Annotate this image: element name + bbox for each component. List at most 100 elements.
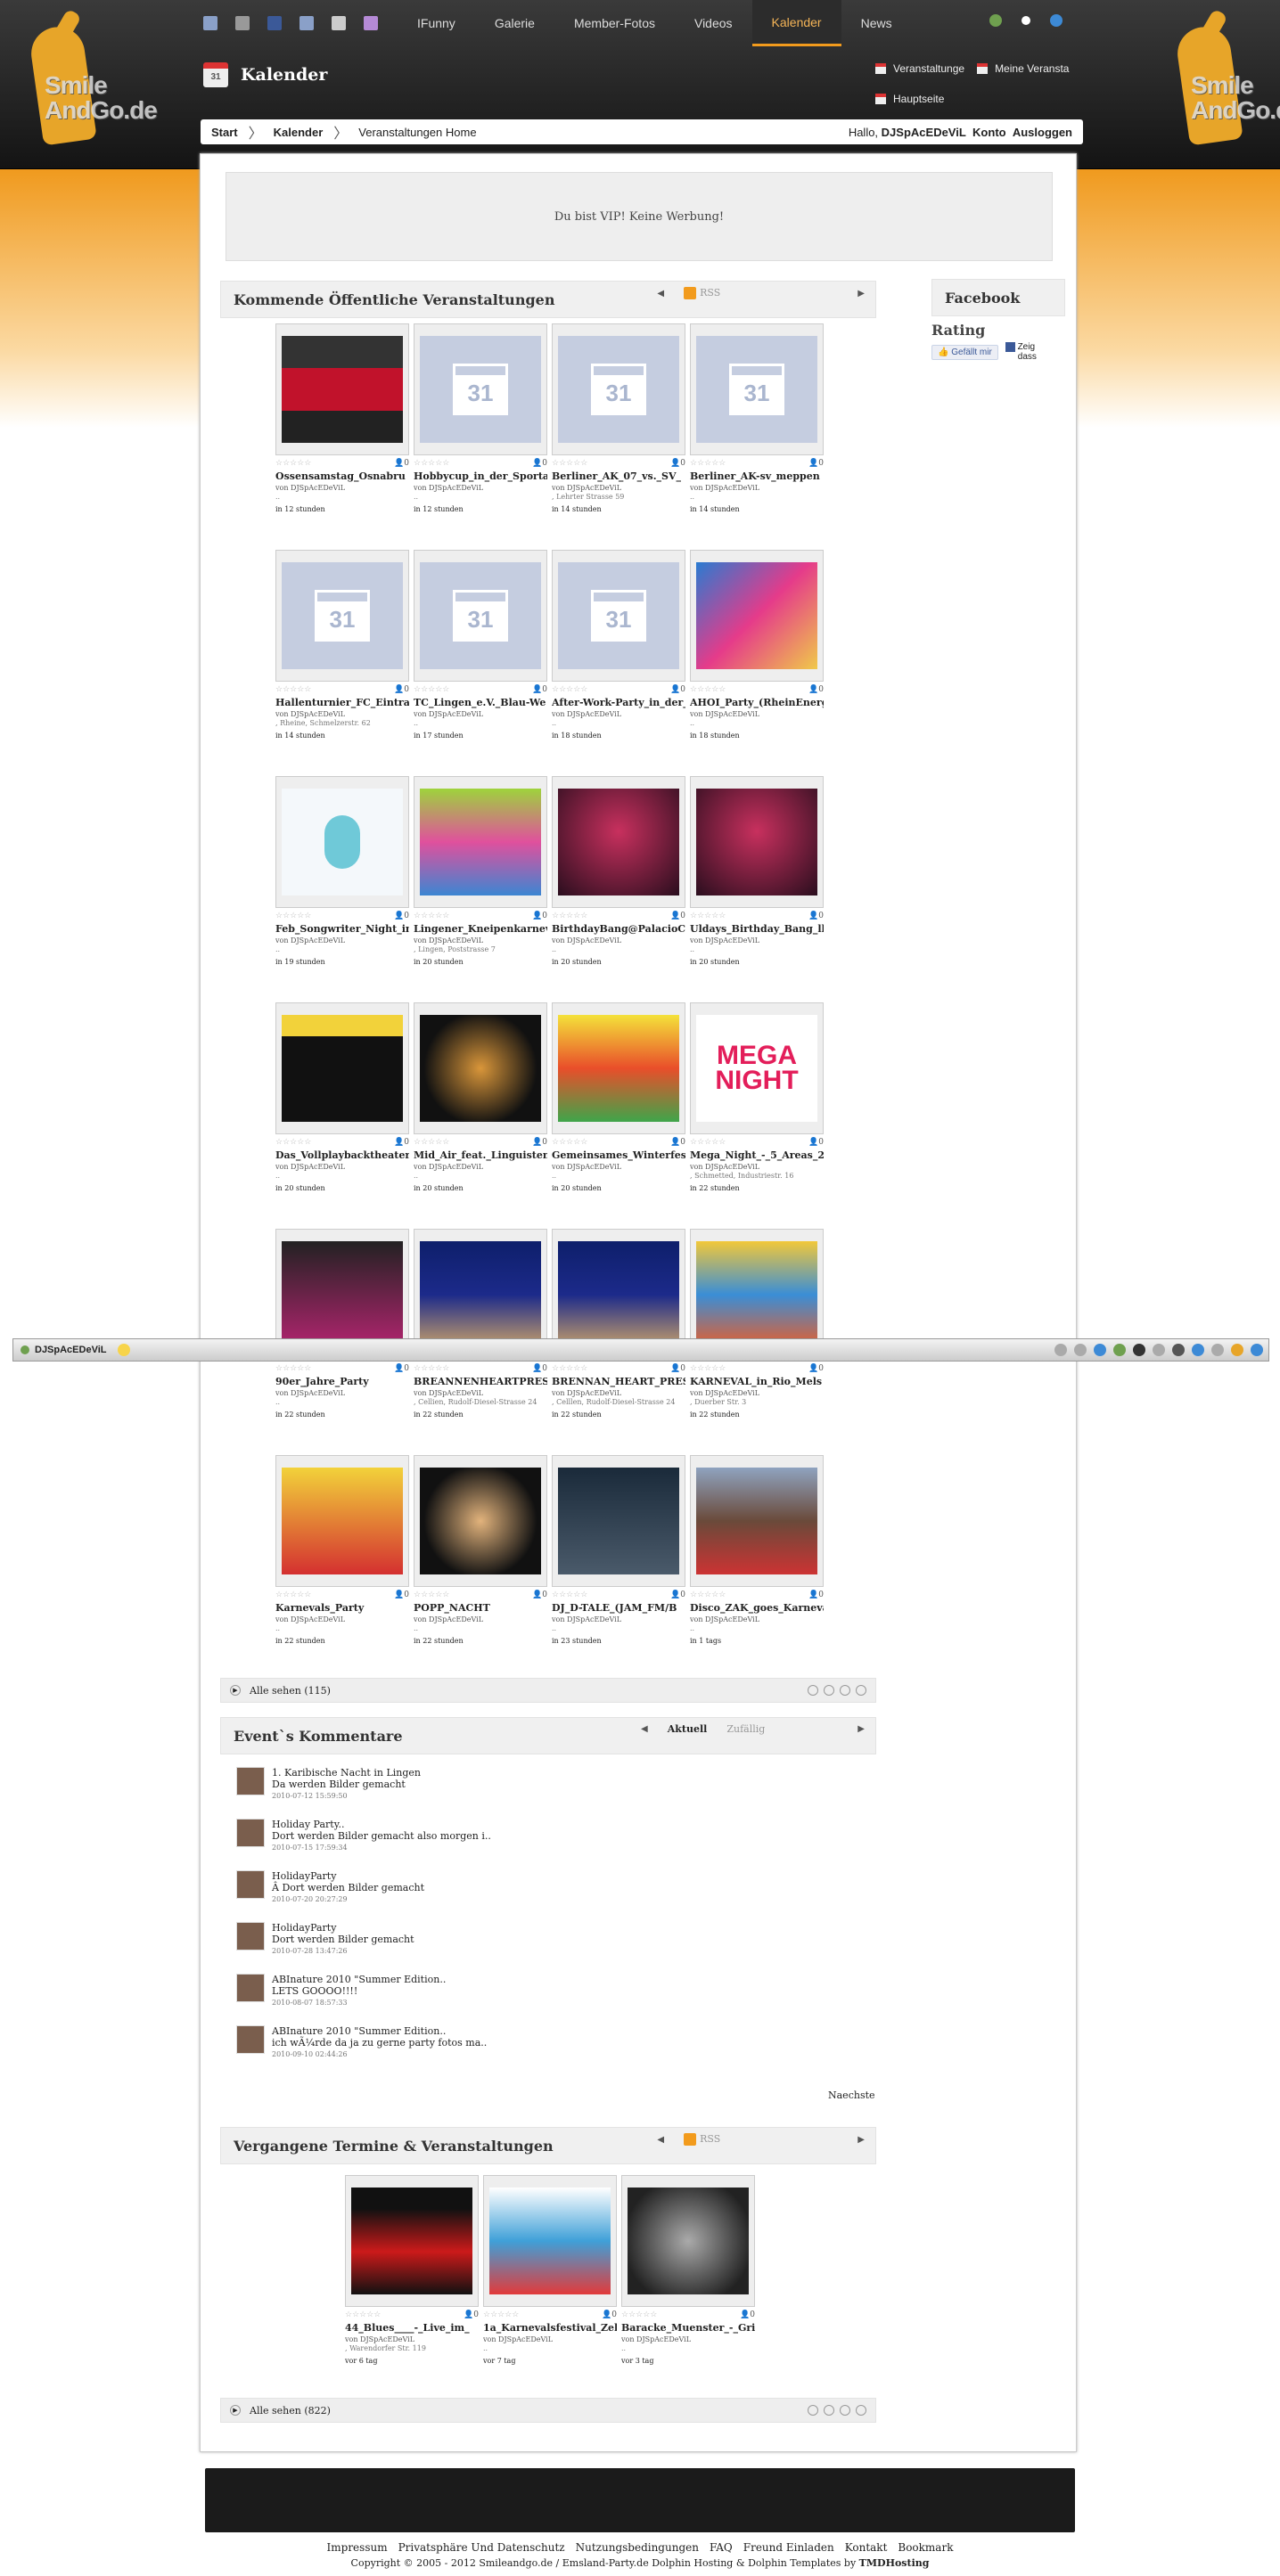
- star-icons[interactable]: ☆☆☆☆☆: [690, 685, 726, 696]
- event-thumbnail[interactable]: [690, 776, 824, 908]
- event-author[interactable]: von DJSpAcEDeViL: [275, 710, 409, 718]
- prev-arrow-icon[interactable]: ◀: [657, 289, 664, 298]
- globe-icon[interactable]: [1192, 1344, 1204, 1356]
- username-link[interactable]: DJSpAcEDeViL: [882, 126, 966, 139]
- next-comments-link[interactable]: Naechste: [828, 2089, 875, 2101]
- event-author[interactable]: von DJSpAcEDeViL: [414, 1389, 547, 1397]
- rating-stars[interactable]: ☆☆☆☆☆ 👤0: [275, 912, 409, 922]
- star-icons[interactable]: ☆☆☆☆☆: [621, 2310, 657, 2321]
- star-icons[interactable]: ☆☆☆☆☆: [552, 912, 587, 922]
- event-card[interactable]: ☆☆☆☆☆ 👤0 POPP_NACHT von DJSpAcEDeViL.. in 22…: [414, 1455, 547, 1669]
- event-author[interactable]: von DJSpAcEDeViL: [690, 1389, 824, 1397]
- breadcrumb-start[interactable]: Start: [201, 126, 249, 139]
- last-page-icon[interactable]: [856, 1685, 866, 1696]
- rating-stars[interactable]: ☆☆☆☆☆ 👤0: [552, 1364, 685, 1375]
- event-title[interactable]: Lingener_Kneipenkarneva: [414, 923, 547, 935]
- friends-icon[interactable]: [1094, 1344, 1106, 1356]
- event-title[interactable]: Disco_ZAK_goes_Karneva: [690, 1602, 824, 1614]
- rss-link[interactable]: RSS: [684, 287, 720, 299]
- footer-link[interactable]: Impressum: [327, 2541, 388, 2554]
- event-author[interactable]: von DJSpAcEDeViL: [690, 1163, 824, 1171]
- power-icon[interactable]: [1251, 1344, 1263, 1356]
- next-page-icon[interactable]: [840, 2405, 850, 2416]
- globe-icon[interactable]: [1050, 14, 1063, 27]
- event-author[interactable]: von DJSpAcEDeViL: [275, 484, 409, 492]
- event-title[interactable]: Karnevals_Party: [275, 1602, 409, 1614]
- footer-link[interactable]: Bookmark: [898, 2541, 953, 2554]
- event-title[interactable]: AHOI_Party_(RheinEnerg: [690, 697, 824, 708]
- rating-stars[interactable]: ☆☆☆☆☆ 👤0: [552, 685, 685, 696]
- event-card[interactable]: ☆☆☆☆☆ 👤0 Gemeinsames_Winterfest von DJSpAcE…: [552, 1002, 685, 1216]
- tab-aktuell[interactable]: Aktuell: [668, 1723, 708, 1735]
- header-link-veranstaltungen[interactable]: Veranstaltunge: [875, 62, 964, 75]
- nav-item[interactable]: IFunny: [398, 0, 475, 46]
- event-thumbnail[interactable]: 31: [275, 550, 409, 682]
- event-title[interactable]: Feb_Songwriter_Night_in: [275, 923, 409, 935]
- last-page-icon[interactable]: [856, 2405, 866, 2416]
- star-icons[interactable]: ☆☆☆☆☆: [552, 459, 587, 470]
- rating-stars[interactable]: ☆☆☆☆☆ 👤0: [414, 1138, 547, 1149]
- rating-stars[interactable]: ☆☆☆☆☆ 👤0: [690, 459, 824, 470]
- logout-link[interactable]: Ausloggen: [1013, 126, 1072, 139]
- event-author[interactable]: von DJSpAcEDeViL: [414, 936, 547, 945]
- rating-stars[interactable]: ☆☆☆☆☆ 👤0: [690, 685, 824, 696]
- like-button[interactable]: 👍 Gefällt mir: [931, 344, 998, 360]
- rating-stars[interactable]: ☆☆☆☆☆ 👤0: [414, 459, 547, 470]
- star-icons[interactable]: ☆☆☆☆☆: [690, 1364, 726, 1375]
- profile-icon[interactable]: [1153, 1344, 1165, 1356]
- site-logo-left[interactable]: Smile AndGo.de: [9, 8, 160, 151]
- rating-stars[interactable]: ☆☆☆☆☆ 👤0: [552, 1591, 685, 1601]
- rating-stars[interactable]: ☆☆☆☆☆ 👤0: [414, 1591, 547, 1601]
- event-author[interactable]: von DJSpAcEDeViL: [552, 1389, 685, 1397]
- comment-event-link[interactable]: ABInature 2010 "Summer Edition..: [272, 1974, 446, 1985]
- star-icons[interactable]: ☆☆☆☆☆: [690, 1591, 726, 1601]
- event-card[interactable]: ☆☆☆☆☆ 👤0 Disco_ZAK_goes_Karneva von DJSpAcE…: [690, 1455, 824, 1669]
- rating-stars[interactable]: ☆☆☆☆☆ 👤0: [690, 912, 824, 922]
- event-title[interactable]: Gemeinsames_Winterfest: [552, 1149, 685, 1161]
- event-title[interactable]: POPP_NACHT: [414, 1602, 547, 1614]
- star-icons[interactable]: ☆☆☆☆☆: [552, 1591, 587, 1601]
- comment-event-link[interactable]: HolidayParty: [272, 1922, 414, 1934]
- event-thumbnail[interactable]: [690, 550, 824, 682]
- event-title[interactable]: TC_Lingen_e.V._Blau-We: [414, 697, 547, 708]
- event-title[interactable]: DJ_D-TALE_(JAM_FM/B: [552, 1602, 685, 1614]
- comment-event-link[interactable]: HolidayParty: [272, 1870, 424, 1882]
- avatar[interactable]: [236, 1922, 265, 1950]
- konto-link[interactable]: Konto: [972, 126, 1006, 139]
- rating-stars[interactable]: ☆☆☆☆☆ 👤0: [690, 1138, 824, 1149]
- event-author[interactable]: von DJSpAcEDeViL: [275, 936, 409, 945]
- event-title[interactable]: KARNEVAL_in_Rio_Mels: [690, 1376, 824, 1387]
- event-thumbnail[interactable]: [275, 1455, 409, 1587]
- music-icon[interactable]: [1133, 1344, 1145, 1356]
- event-title[interactable]: BRENNAN_HEART_PRES: [552, 1376, 685, 1387]
- event-card[interactable]: ☆☆☆☆☆ 👤0 Baracke_Muenster_-_Gri von DJSpAcE…: [621, 2175, 755, 2389]
- star-icons[interactable]: ☆☆☆☆☆: [414, 912, 449, 922]
- star-icons[interactable]: ☆☆☆☆☆: [483, 2310, 519, 2321]
- event-card[interactable]: 31 ☆☆☆☆☆ 👤0 Hallenturnier_FC_Eintrac von DJS…: [275, 550, 409, 764]
- view-all-upcoming[interactable]: Alle sehen (115): [250, 1685, 331, 1697]
- event-thumbnail[interactable]: 31: [552, 550, 685, 682]
- event-title[interactable]: Berliner_AK_07_vs._SV_: [552, 470, 685, 482]
- event-thumbnail[interactable]: [275, 323, 409, 455]
- rating-stars[interactable]: ☆☆☆☆☆ 👤0: [552, 912, 685, 922]
- event-thumbnail[interactable]: [552, 776, 685, 908]
- event-card[interactable]: ☆☆☆☆☆ 👤0 Karnevals_Party von DJSpAcEDeViL..…: [275, 1455, 409, 1669]
- event-title[interactable]: Berliner_AK-sv_meppen: [690, 470, 824, 482]
- user-icon[interactable]: [235, 16, 250, 30]
- event-title[interactable]: 90er_Jahre_Party: [275, 1376, 409, 1387]
- event-author[interactable]: von DJSpAcEDeViL: [621, 2335, 755, 2343]
- event-thumbnail[interactable]: [414, 776, 547, 908]
- first-page-icon[interactable]: [808, 2405, 818, 2416]
- event-card[interactable]: ☆☆☆☆☆ 👤0 90er_Jahre_Party von DJSpAcEDeViL.…: [275, 1229, 409, 1443]
- footer-link[interactable]: Nutzungsbedingungen: [576, 2541, 699, 2554]
- event-thumbnail[interactable]: 31: [552, 323, 685, 455]
- rating-stars[interactable]: ☆☆☆☆☆ 👤0: [275, 1138, 409, 1149]
- star-icons[interactable]: ☆☆☆☆☆: [275, 912, 311, 922]
- avatar[interactable]: [236, 1819, 265, 1847]
- rating-stars[interactable]: ☆☆☆☆☆ 👤0: [414, 685, 547, 696]
- event-author[interactable]: von DJSpAcEDeViL: [690, 936, 824, 945]
- chat-icon[interactable]: [1054, 1344, 1067, 1356]
- event-author[interactable]: von DJSpAcEDeViL: [552, 484, 685, 492]
- event-card[interactable]: ☆☆☆☆☆ 👤0 KARNEVAL_in_Rio_Mels von DJSpAcEDe…: [690, 1229, 824, 1443]
- rating-stars[interactable]: ☆☆☆☆☆ 👤0: [621, 2310, 755, 2321]
